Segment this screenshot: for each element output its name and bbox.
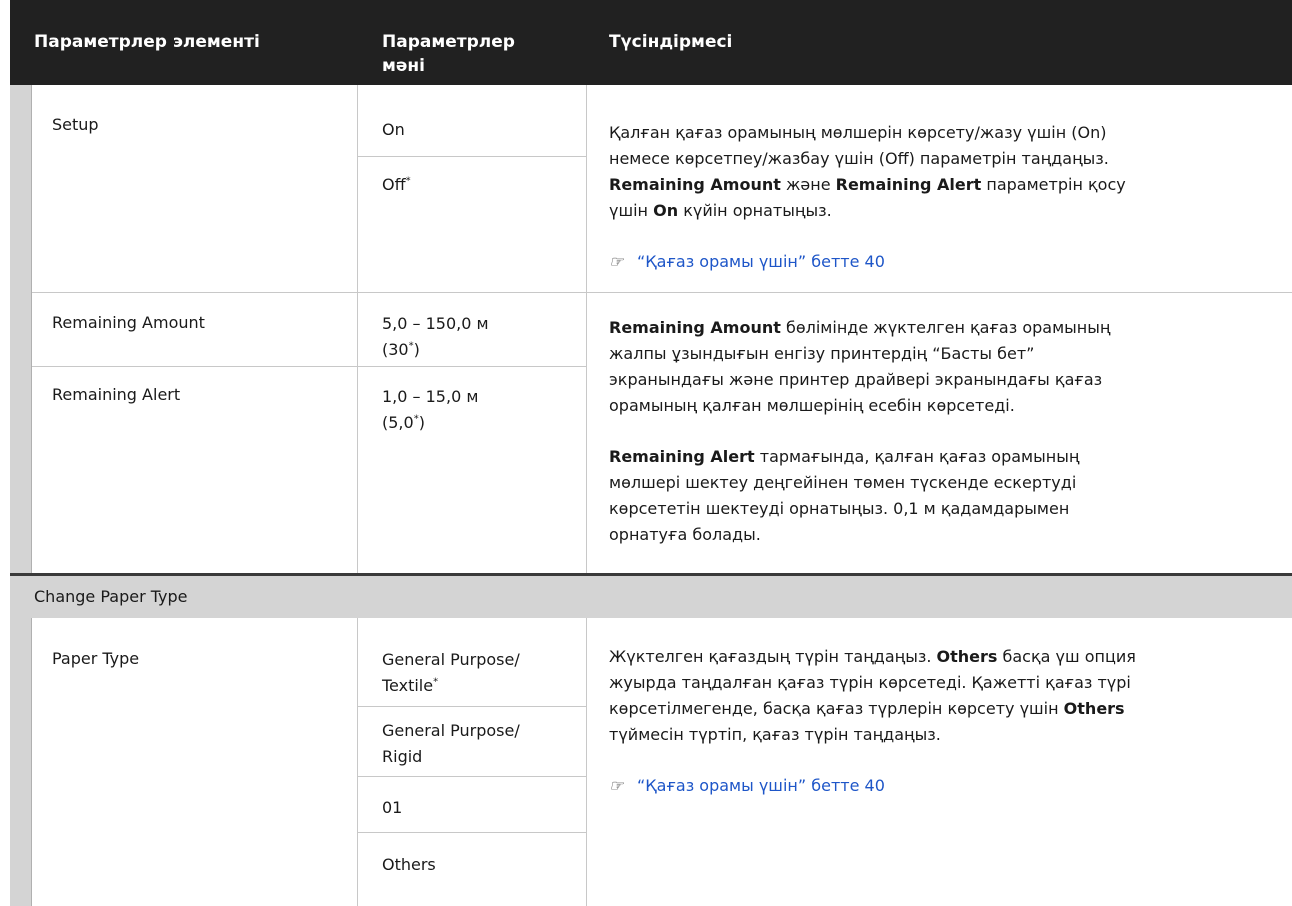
remaining-alert-default: (5,0*)	[382, 410, 478, 436]
row-divider	[32, 292, 1292, 293]
opt2-line2: Rigid	[382, 747, 423, 766]
setup-desc-text4: күйін орнатыңыз.	[678, 201, 832, 220]
pt-desc-text2: басқа үш опция	[997, 647, 1136, 666]
setup-desc-text1: және	[780, 175, 836, 194]
default-mark: *	[405, 175, 411, 187]
setup-desc-text2: параметрін қосу	[981, 175, 1126, 194]
setup-desc-line1: Қалған қағаз орамының мөлшерін көрсету/ж…	[609, 123, 1107, 142]
setup-desc-line3: Remaining Amount және Remaining Alert па…	[609, 172, 1289, 198]
setting-item-remaining-amount: Remaining Amount	[52, 313, 205, 332]
cell-divider	[358, 776, 586, 777]
col-divider	[357, 85, 358, 576]
ra-desc-line3: экранындағы және принтер драйвері экраны…	[609, 370, 1103, 389]
paper-type-description: Жүктелген қағаздың түрін таңдаңыз. Other…	[609, 644, 1292, 748]
pt-desc-bold1: Others	[936, 647, 998, 666]
indent-divider-lower	[31, 618, 32, 906]
setup-desc-line4: үшін On күйін орнатыңыз.	[609, 198, 1289, 224]
rl-desc-line3: көрсететін шектеуді орнатыңыз. 0,1 м қад…	[609, 499, 1070, 518]
ra-desc-line1: Remaining Amount бөлімінде жүктелген қағ…	[609, 315, 1289, 341]
header-setting-item: Параметрлер элементі	[34, 32, 260, 52]
rl-desc-text: тармағында, қалған қағаз орамының	[754, 447, 1080, 466]
value-general-purpose-rigid: General Purpose/ Rigid	[382, 718, 520, 770]
header-setting-value: Параметрлер мәні	[382, 30, 515, 78]
paper-type-link-text[interactable]: “Қағаз орамы үшін” бетте 40	[637, 776, 885, 795]
value-general-purpose-textile: General Purpose/ Textile*	[382, 647, 520, 699]
header-description: Түсіндірмесі	[609, 32, 733, 52]
rl-desc-line4: орнатуға болады.	[609, 525, 761, 544]
cell-divider	[358, 156, 586, 157]
pt-desc-text1: Жүктелген қағаздың түрін таңдаңыз.	[609, 647, 937, 666]
opt1-line1: General Purpose/	[382, 650, 520, 669]
row-divider	[32, 366, 586, 367]
remaining-alert-description: Remaining Alert тармағында, қалған қағаз…	[609, 444, 1289, 548]
col-divider	[586, 85, 587, 576]
value-on: On	[382, 120, 405, 139]
header-setting-value-line1: Параметрлер	[382, 32, 515, 52]
pt-desc-bold2: Others	[1063, 699, 1125, 718]
value-remaining-amount: 5,0 – 150,0 м (30*)	[382, 311, 489, 363]
setup-desc-bold2: Remaining Alert	[835, 175, 982, 194]
remaining-amount-default-post: )	[413, 340, 420, 359]
pointing-hand-icon: ☞	[609, 252, 624, 271]
opt1-line2: Textile*	[382, 673, 520, 699]
pt-desc-line2: жуырда таңдалған қағаз түрін көрсетеді. …	[609, 673, 1131, 692]
opt1-text: Textile	[382, 676, 434, 695]
indent-bar-lower	[10, 618, 32, 906]
rl-desc-line2: мөлшері шектеу деңгейінен төмен түскенде…	[609, 473, 1077, 492]
col-divider	[586, 618, 587, 906]
paper-type-link[interactable]: ☞ “Қағаз орамы үшін” бетте 40	[609, 773, 885, 799]
pointing-hand-icon: ☞	[609, 776, 624, 795]
ra-desc-bold: Remaining Amount	[609, 318, 781, 337]
setting-item-paper-type: Paper Type	[52, 649, 140, 668]
ra-desc-line2: жалпы ұзындығын енгізу принтердің “Басты…	[609, 344, 1035, 363]
setup-description: Қалған қағаз орамының мөлшерін көрсету/ж…	[609, 120, 1289, 224]
remaining-amount-default-pre: (30	[382, 340, 409, 359]
value-off: Off*	[382, 172, 411, 198]
col-divider	[357, 618, 358, 906]
setup-desc-line2: немесе көрсетпеу/жазбау үшін (Off) парам…	[609, 149, 1109, 168]
value-off-text: Off	[382, 175, 406, 194]
pt-desc-line3-text: көрсетілмегенде, басқа қағаз түрлерін кө…	[609, 699, 1064, 718]
opt2-line1: General Purpose/	[382, 721, 520, 740]
cell-divider	[358, 832, 586, 833]
section-row-change-paper-type	[10, 576, 1292, 618]
header-setting-value-line2: мәні	[382, 56, 425, 76]
cell-divider	[358, 706, 586, 707]
remaining-alert-range: 1,0 – 15,0 м	[382, 387, 479, 406]
rl-desc-bold: Remaining Alert	[609, 447, 755, 466]
pt-desc-line1: Жүктелген қағаздың түрін таңдаңыз. Other…	[609, 644, 1292, 670]
default-mark: *	[433, 676, 439, 688]
value-remaining-alert: 1,0 – 15,0 м (5,0*)	[382, 384, 478, 436]
indent-divider	[31, 85, 32, 576]
remaining-alert-default-pre: (5,0	[382, 413, 414, 432]
setup-link-text[interactable]: “Қағаз орамы үшін” бетте 40	[637, 252, 885, 271]
remaining-amount-range: 5,0 – 150,0 м	[382, 314, 489, 333]
indent-bar	[10, 85, 32, 576]
pt-desc-line4: түймесін түртіп, қағаз түрін таңдаңыз.	[609, 725, 941, 744]
rl-desc-line1: Remaining Alert тармағында, қалған қағаз…	[609, 444, 1289, 470]
setup-desc-text3: үшін	[609, 201, 654, 220]
section-label-change-paper-type: Change Paper Type	[34, 587, 188, 606]
remaining-amount-default: (30*)	[382, 337, 489, 363]
remaining-amount-description: Remaining Amount бөлімінде жүктелген қағ…	[609, 315, 1289, 419]
setting-item-setup: Setup	[52, 115, 99, 134]
value-others: Others	[382, 855, 436, 874]
ra-desc-line4: орамының қалған мөлшерінің есебін көрсет…	[609, 396, 1015, 415]
setup-link[interactable]: ☞ “Қағаз орамы үшін” бетте 40	[609, 249, 885, 275]
ra-desc-text: бөлімінде жүктелген қағаз орамының	[780, 318, 1111, 337]
value-01: 01	[382, 798, 403, 817]
remaining-alert-default-post: )	[418, 413, 425, 432]
setting-item-remaining-alert: Remaining Alert	[52, 385, 181, 404]
setup-desc-bold1: Remaining Amount	[609, 175, 781, 194]
setup-desc-bold3: On	[653, 201, 679, 220]
pt-desc-line3: көрсетілмегенде, басқа қағаз түрлерін кө…	[609, 696, 1292, 722]
